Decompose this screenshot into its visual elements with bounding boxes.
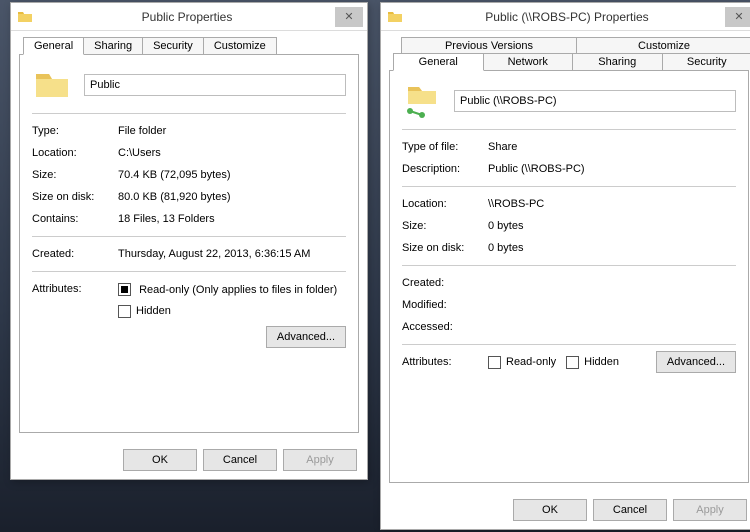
location-value: \\ROBS-PC [488,198,736,210]
folder-large-icon [32,65,72,105]
typeof-value: Share [488,141,736,153]
apply-button[interactable]: Apply [673,499,747,521]
size-label: Size: [32,169,118,181]
advanced-button[interactable]: Advanced... [266,326,346,348]
dialog-public-remote-properties: Public (\\ROBS-PC) Properties ✕ Previous… [380,2,750,530]
ok-button[interactable]: OK [123,449,197,471]
tab-row: General Sharing Security Customize [11,31,367,54]
hidden-checkbox[interactable] [118,305,131,318]
readonly-checkbox[interactable] [488,356,501,369]
type-label: Type: [32,125,118,137]
created-value: Thursday, August 22, 2013, 6:36:15 AM [118,248,346,260]
size-on-disk-label: Size on disk: [402,242,488,254]
type-value: File folder [118,125,346,137]
created-label: Created: [32,248,118,260]
ok-button[interactable]: OK [513,499,587,521]
tab-customize[interactable]: Customize [203,37,277,54]
close-button[interactable]: ✕ [725,7,750,27]
tab-general[interactable]: General [393,53,484,71]
apply-button[interactable]: Apply [283,449,357,471]
dialog-public-properties: Public Properties ✕ General Sharing Secu… [10,2,368,480]
checkbox-mixed-icon [121,286,128,293]
tab-row-lower: General Network Sharing Security [381,53,750,70]
description-label: Description: [402,163,488,175]
location-value: C:\Users [118,147,346,159]
size-value: 0 bytes [488,220,736,232]
hidden-label: Hidden [584,356,619,368]
contains-value: 18 Files, 13 Folders [118,213,346,225]
button-bar: OK Cancel Apply [11,441,367,479]
hidden-label: Hidden [136,305,346,317]
name-input[interactable] [84,74,346,96]
readonly-checkbox[interactable] [118,283,131,296]
tab-security[interactable]: Security [662,53,750,70]
title-text: Public Properties [39,10,335,24]
typeof-label: Type of file: [402,141,488,153]
tab-network[interactable]: Network [483,53,574,70]
titlebar[interactable]: Public Properties ✕ [11,3,367,31]
attributes-label: Attributes: [402,356,488,368]
titlebar[interactable]: Public (\\ROBS-PC) Properties ✕ [381,3,750,31]
tab-pane-general: Type of file:Share Description:Public (\… [389,70,749,483]
hidden-checkbox[interactable] [566,356,579,369]
button-bar: OK Cancel Apply [381,491,750,529]
folder-icon [17,9,33,25]
size-value: 70.4 KB (72,095 bytes) [118,169,346,181]
tab-row-upper: Previous Versions Customize [381,31,750,54]
size-on-disk-value: 0 bytes [488,242,736,254]
size-on-disk-value: 80.0 KB (81,920 bytes) [118,191,346,203]
tab-sharing[interactable]: Sharing [83,37,143,54]
title-text: Public (\\ROBS-PC) Properties [409,10,725,24]
accessed-label: Accessed: [402,321,488,333]
location-label: Location: [402,198,488,210]
location-label: Location: [32,147,118,159]
folder-icon [387,9,403,25]
tab-general[interactable]: General [23,37,84,55]
attributes-label: Attributes: [32,283,118,295]
readonly-label: Read-only (Only applies to files in fold… [139,284,337,296]
modified-label: Modified: [402,299,488,311]
close-button[interactable]: ✕ [335,7,363,27]
network-folder-icon [402,81,442,121]
tab-previous-versions[interactable]: Previous Versions [401,37,577,54]
tab-pane-general: Type:File folder Location:C:\Users Size:… [19,54,359,433]
description-value: Public (\\ROBS-PC) [488,163,736,175]
tab-security[interactable]: Security [142,37,204,54]
name-input[interactable] [454,90,736,112]
tab-sharing[interactable]: Sharing [572,53,663,70]
readonly-label: Read-only [506,356,556,368]
cancel-button[interactable]: Cancel [593,499,667,521]
created-label: Created: [402,277,488,289]
size-label: Size: [402,220,488,232]
contains-label: Contains: [32,213,118,225]
advanced-button[interactable]: Advanced... [656,351,736,373]
tab-customize[interactable]: Customize [576,37,750,54]
size-on-disk-label: Size on disk: [32,191,118,203]
cancel-button[interactable]: Cancel [203,449,277,471]
